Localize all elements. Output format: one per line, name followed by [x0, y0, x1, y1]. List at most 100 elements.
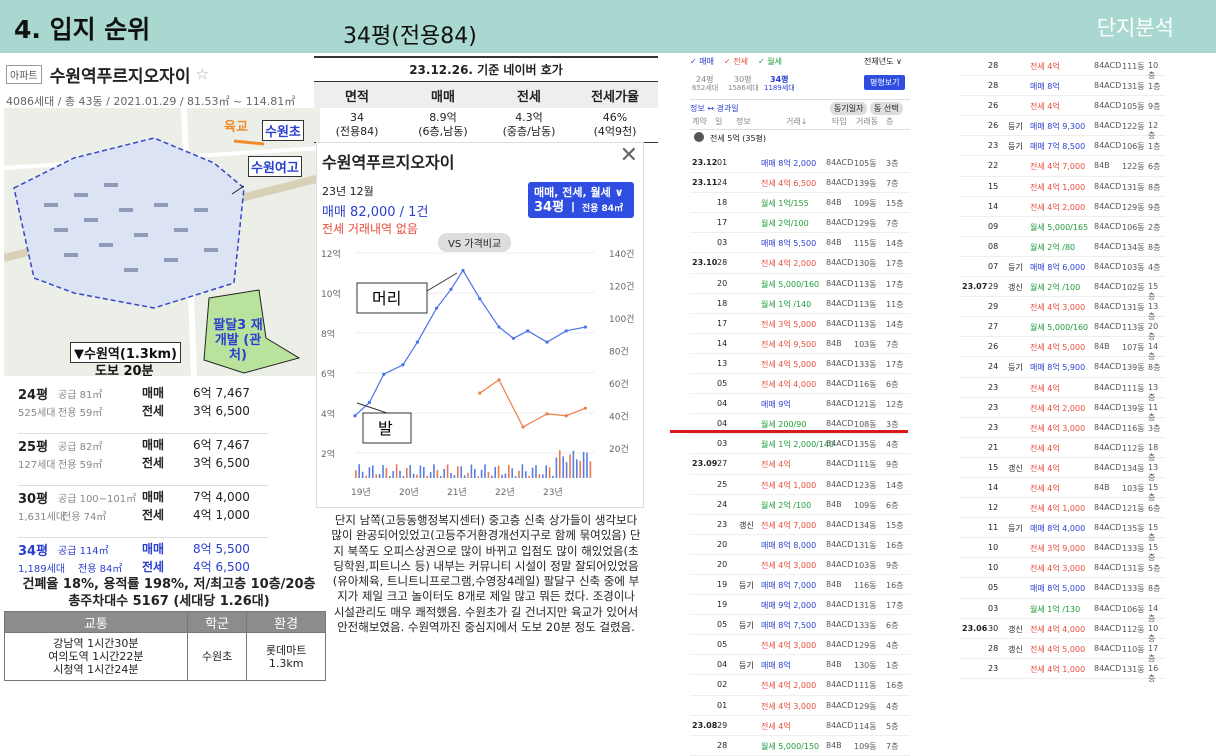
table-row[interactable]: 25 전세 4억 1,000 84ACD 123동 14층	[690, 475, 910, 495]
table-row[interactable]: 23.09 27 전세 4억 84ACD 111동 9층	[690, 454, 910, 475]
filter-jeonse-checkbox[interactable]: ✓ 전세	[724, 56, 748, 67]
jeonse-series	[479, 378, 586, 428]
table-row[interactable]: 26 전세 4억 5,000 84B 107동 14층	[960, 337, 1165, 361]
filter-monthly-checkbox[interactable]: ✓ 월세	[758, 56, 782, 67]
sale-series-point	[367, 400, 371, 405]
table-row[interactable]: 19 매매 9억 2,000 84ACD 131동 17층	[690, 595, 910, 616]
list-item[interactable]: 24평 525세대 공급 81㎡ 전용 59㎡ 매매 6억 7,467 전세 3억 …	[18, 382, 268, 434]
table-row[interactable]: 23.06 30 갱신 전세 4억 4,000 84ACD 112동 10층	[960, 619, 1165, 643]
table-row[interactable]: 04 등기 매매 8억 84B 130동 1층	[690, 655, 910, 676]
table-row[interactable]: 14 전세 4억 2,000 84ACD 129동 9층	[960, 197, 1165, 217]
building-filter-button[interactable]: 동 선택	[870, 102, 903, 115]
table-row[interactable]: 05 전세 4억 4,000 84ACD 116동 6층	[690, 374, 910, 395]
table-row[interactable]: 03 매매 8억 5,500 84B 115동 14층	[690, 233, 910, 254]
view-type-button[interactable]: 평형보기	[864, 75, 906, 90]
table-row[interactable]: 05 전세 4억 3,000 84ACD 129동 4층	[690, 635, 910, 656]
table-row[interactable]: 28 매매 8억 84ACD 131동 1층	[960, 76, 1165, 97]
table-row[interactable]: 07 등기 매매 8억 6,000 84ACD 103동 4층	[960, 257, 1165, 278]
volume-bar	[412, 473, 415, 478]
table-row[interactable]: 17 전세 3억 5,000 84ACD 113동 14층	[690, 314, 910, 334]
table-row[interactable]: 21 전세 4억 84ACD 112동 18층	[960, 438, 1165, 462]
sale-price-summary: 매매 82,000 / 1건	[322, 205, 429, 220]
table-row[interactable]: 23 등기 매매 7억 8,500 84ACD 106동 1층	[960, 136, 1165, 157]
table-row[interactable]: 15 갱신 전세 4억 84ACD 134동 13층	[960, 458, 1165, 482]
table-row[interactable]: 19 등기 매매 8억 7,000 84B 116동 16층	[690, 575, 910, 596]
table-row[interactable]: 03 월세 1억 2,000/140 84ACD 135동 4층	[690, 434, 910, 455]
table-row[interactable]: 13 전세 4억 5,000 84ACD 133동 17층	[690, 354, 910, 375]
asking-price-table: 23.12.26. 기준 네이버 호가 면적 매매 전세 전세가율 34 (전용84) …	[314, 56, 658, 143]
table-row[interactable]: 23.10 28 전세 4억 2,000 84ACD 130동 17층	[690, 253, 910, 274]
filter-sale-checkbox[interactable]: ✓ 매매	[690, 56, 714, 67]
table-row[interactable]: 10 전세 4억 3,000 84ACD 131동 5층	[960, 558, 1165, 579]
transaction-list-right: 28 전세 4억 84ACD 111동 10층 28 매매 8억 84ACD 131동 1층 26 전…	[960, 56, 1165, 683]
transport-cell: 강남역 1시간30분 여의도역 1시간22분 시청역 1시간24분	[4, 632, 188, 681]
price-chart: 12억 10억 8억 6억 4억 2억 140건 120건 100건 80건 60건 40건 20건 19…	[321, 248, 634, 498]
table-row[interactable]: 24 등기 매매 8억 5,900 84ACD 139동 8층	[960, 357, 1165, 378]
table-row[interactable]: 04 매매 9억 84ACD 121동 12층	[690, 394, 910, 415]
elementary-school-label: 수원초	[262, 120, 304, 141]
table-row[interactable]: 15 전세 4억 1,000 84ACD 131동 8층	[960, 177, 1165, 197]
year-dropdown[interactable]: 전체년도 ∨	[864, 56, 902, 67]
table-row[interactable]: 02 전세 4억 2,000 84ACD 111동 16층	[690, 675, 910, 696]
favorite-star-icon[interactable]: ☆	[196, 65, 209, 83]
table-row[interactable]: 23 전세 4억 3,000 84ACD 116동 3층	[960, 418, 1165, 438]
table-row[interactable]: 05 매매 8억 5,000 84ACD 133동 8층	[960, 578, 1165, 599]
table-row[interactable]: 23 전세 4억 84ACD 111동 13층	[960, 378, 1165, 402]
table-row[interactable]: 29 전세 4억 3,000 84ACD 131동 13층	[960, 297, 1165, 321]
sale-series-point	[564, 329, 568, 333]
volume-bar	[406, 468, 408, 478]
table-row[interactable]: 28 갱신 전세 4억 5,000 84ACD 110동 17층	[960, 639, 1165, 663]
table-row[interactable]: 28 월세 5,000/150 84B 109동 7층	[690, 736, 910, 756]
table-row[interactable]: 05 등기 매매 8억 7,500 84ACD 133동 6층	[690, 615, 910, 636]
volume-bar	[576, 459, 578, 478]
table-row[interactable]: 20 전세 4억 3,000 84ACD 103동 9층	[690, 555, 910, 575]
list-item[interactable]: 30평 1,631세대 공급 100~101㎡ 전용 74㎡ 매매 7억 4,00…	[18, 486, 268, 538]
volume-bar	[460, 466, 462, 478]
volume-bar	[361, 471, 364, 478]
volume-bar	[582, 451, 585, 478]
table-row[interactable]: 23 갱신 전세 4억 7,000 84ACD 134동 15층	[690, 515, 910, 535]
table-row[interactable]: 23.07 29 갱신 월세 2억 /100 84ACD 102동 15층	[960, 277, 1165, 301]
table-row[interactable]: 09 월세 5,000/165 84ACD 106동 2층	[960, 217, 1165, 237]
table-row[interactable]: 27 월세 5,000/160 84ACD 113동 20층	[960, 317, 1165, 341]
volume-bar	[521, 464, 524, 478]
table-row[interactable]: 03 월세 1억 /130 84ACD 106동 14층	[960, 599, 1165, 623]
table-row[interactable]: 26 등기 매매 8억 9,300 84ACD 122동 12층	[960, 116, 1165, 140]
table-row[interactable]: 23.11 24 전세 4억 6,500 84ACD 139동 7층	[690, 173, 910, 194]
y2-tick-label: 40건	[609, 412, 629, 423]
table-row[interactable]: 22 전세 4억 7,000 84B 122동 6층	[960, 156, 1165, 177]
sale-series-point	[545, 340, 549, 344]
table-row[interactable]: 26 전세 4억 84ACD 105동 9층	[960, 96, 1165, 117]
location-map[interactable]: 육교 수원초 수원여고 ▼수원역(1.3km) 도보 20분 팔달3 재개발 (…	[4, 108, 320, 376]
table-row[interactable]: 18 월세 1억/155 84B 109동 15층	[690, 193, 910, 214]
volume-bar	[436, 469, 439, 478]
table-row[interactable]: 20 매매 8억 8,000 84ACD 131동 16층	[690, 535, 910, 555]
list-item[interactable]: 25평 127세대 공급 82㎡ 전용 59㎡ 매매 6억 7,467 전세 3억 …	[18, 434, 268, 486]
close-icon[interactable]: ✕	[620, 143, 638, 168]
table-row[interactable]: 20 월세 5,000/160 84ACD 113동 17층	[690, 274, 910, 294]
volume-bar	[579, 460, 581, 478]
volume-bar	[446, 464, 449, 478]
table-row[interactable]: 12 전세 4억 1,000 84ACD 121동 6층	[960, 498, 1165, 519]
table-row[interactable]: 14 전세 4억 84B 103동 15층	[960, 478, 1165, 502]
table-row[interactable]: 10 전세 3억 9,000 84ACD 133동 15층	[960, 538, 1165, 562]
table-row[interactable]: 23 전세 4억 1,000 84ACD 131동 16층	[960, 659, 1165, 683]
table-row[interactable]: 28 전세 4억 84ACD 111동 10층	[960, 56, 1165, 80]
table-row[interactable]: 14 전세 4억 9,500 84B 103동 7층	[690, 334, 910, 354]
walk-time-label: 도보 20분	[95, 364, 154, 376]
volume-bar	[474, 469, 476, 478]
table-row[interactable]: 23.08 29 전세 4억 84ACD 114동 5층	[690, 716, 910, 736]
date-filter-button[interactable]: 동기일자	[830, 102, 868, 115]
deal-type-selector[interactable]: 매매, 전세, 월세 ∨ 34평 ㅣ 전용 84㎡	[528, 182, 634, 218]
table-row[interactable]: 01 전세 4억 3,000 84ACD 129동 4층	[690, 696, 910, 716]
head-arrow	[426, 272, 458, 292]
y2-tick-label: 120건	[609, 282, 634, 293]
table-row[interactable]: 23.12 01 매매 8억 2,000 84ACD 105동 3층	[690, 153, 910, 174]
table-row[interactable]: 24 월세 2억 /100 84B 109동 6층	[690, 495, 910, 515]
table-row[interactable]: 11 등기 매매 8억 4,000 84ACD 135동 15층	[960, 518, 1165, 542]
table-row[interactable]: 17 월세 2억/100 84ACD 129동 7층	[690, 213, 910, 234]
table-row[interactable]: 23 전세 4억 2,000 84ACD 139동 11층	[960, 398, 1165, 422]
table-row[interactable]: 18 월세 1억 /140 84ACD 113동 11층	[690, 294, 910, 314]
table-row[interactable]: 08 월세 2억 /80 84ACD 134동 8층	[960, 237, 1165, 257]
volume-bar	[395, 464, 398, 478]
